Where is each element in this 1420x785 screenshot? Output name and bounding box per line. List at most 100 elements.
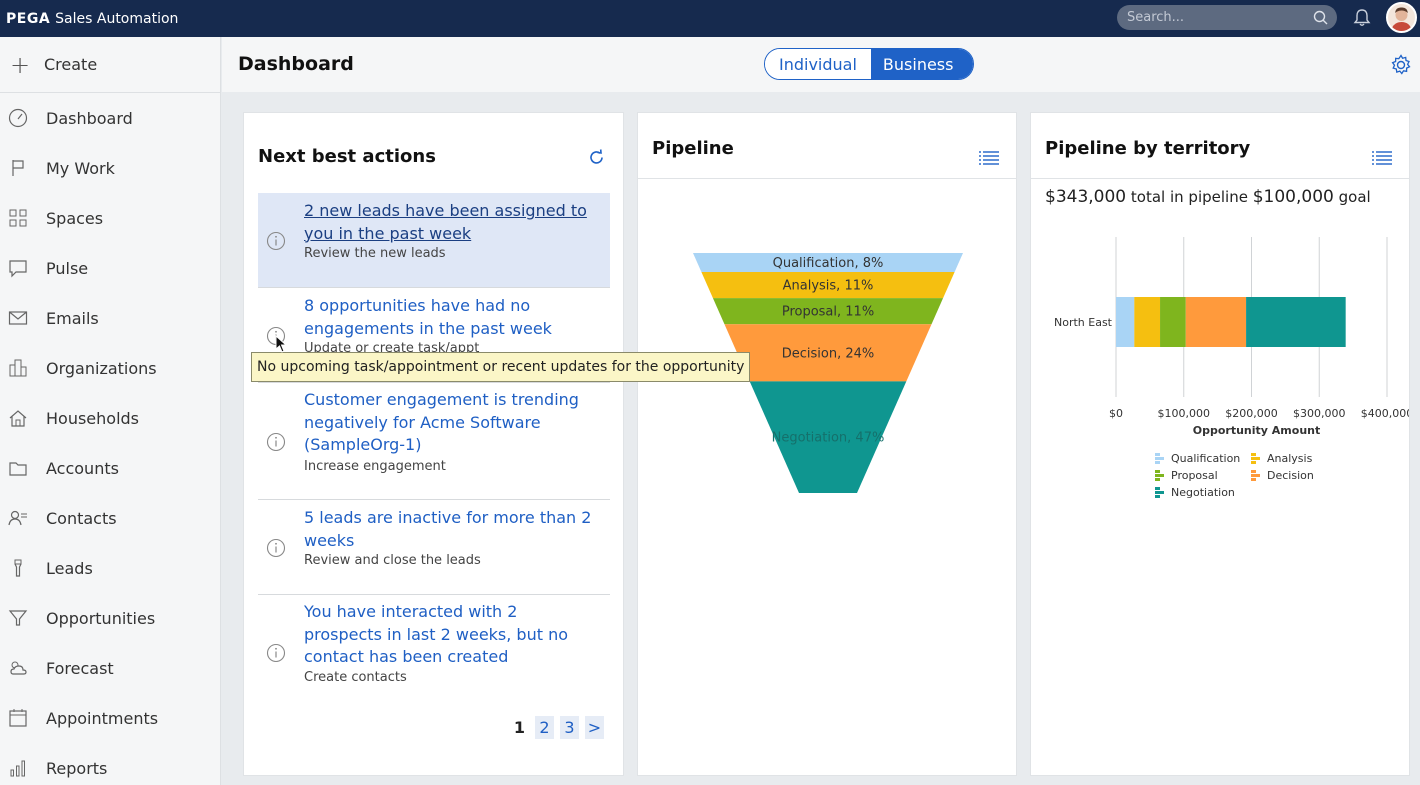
sidebar-item-pulse[interactable]: Pulse xyxy=(0,243,220,293)
action-item[interactable]: You have interacted with 2 prospects in … xyxy=(258,595,610,698)
legend-swatch-icon xyxy=(1251,453,1260,464)
sidebar-item-dashboard[interactable]: Dashboard xyxy=(0,93,220,143)
top-bar: PEGA Sales Automation xyxy=(0,0,1420,37)
legend-label: Qualification xyxy=(1171,452,1240,465)
toggle-business[interactable]: Business xyxy=(870,49,974,79)
sidebar-item-accounts[interactable]: Accounts xyxy=(0,443,220,493)
info-icon[interactable] xyxy=(266,538,286,562)
action-title[interactable]: Customer engagement is trending negative… xyxy=(304,389,594,457)
bar-segment-decision[interactable] xyxy=(1185,297,1247,347)
legend-swatch-icon xyxy=(1155,470,1164,481)
funnel-stage-label: Analysis, 11% xyxy=(783,279,874,294)
funnel-icon xyxy=(8,608,46,628)
pagination: 1 2 3 > xyxy=(510,716,604,739)
sidebar-item-appointments[interactable]: Appointments xyxy=(0,693,220,743)
funnel-chart: Qualification, 8% Analysis, 11% Proposal, … xyxy=(693,253,963,493)
legend-label: Negotiation xyxy=(1171,486,1235,499)
legend-item[interactable]: Qualification xyxy=(1155,452,1240,465)
toggle-individual[interactable]: Individual xyxy=(765,49,871,79)
x-tick-label: $400,000 xyxy=(1361,407,1409,420)
action-subtitle: Review and close the leads xyxy=(304,553,481,568)
sidebar-item-label: My Work xyxy=(46,158,115,178)
calendar-icon xyxy=(8,708,46,728)
refresh-icon[interactable] xyxy=(588,149,605,170)
sidebar-item-emails[interactable]: Emails xyxy=(0,293,220,343)
next-best-actions-card: Next best actions 2 new leads have been … xyxy=(243,112,624,776)
list-icon[interactable] xyxy=(979,150,999,169)
info-icon[interactable] xyxy=(266,643,286,667)
funnel-stage-label: Qualification, 8% xyxy=(773,256,884,271)
brand-logo[interactable]: PEGA xyxy=(6,11,50,27)
legend-label: Proposal xyxy=(1171,469,1218,482)
info-icon[interactable] xyxy=(266,231,286,255)
bar-segment-proposal[interactable] xyxy=(1160,297,1186,347)
folder-icon xyxy=(8,458,46,478)
sidebar-item-reports[interactable]: Reports xyxy=(0,743,220,785)
x-tick-label: $200,000 xyxy=(1225,407,1278,420)
page-current: 1 xyxy=(513,718,526,737)
page-link[interactable]: 3 xyxy=(560,716,579,739)
info-icon[interactable] xyxy=(266,432,286,456)
legend-label: Decision xyxy=(1267,469,1314,482)
bar-segment-negotiation[interactable] xyxy=(1246,297,1346,347)
dashboard-icon xyxy=(8,108,46,128)
action-title[interactable]: You have interacted with 2 prospects in … xyxy=(304,601,594,669)
action-item[interactable]: 5 leads are inactive for more than 2 wee… xyxy=(258,500,610,595)
house-icon xyxy=(8,408,46,428)
sidebar-item-label: Leads xyxy=(46,558,93,578)
sidebar-item-households[interactable]: Households xyxy=(0,393,220,443)
funnel-stage-label: Decision, 24% xyxy=(782,346,875,361)
sidebar-item-label: Contacts xyxy=(46,508,117,528)
sidebar-item-contacts[interactable]: Contacts xyxy=(0,493,220,543)
sidebar-item-opportunities[interactable]: Opportunities xyxy=(0,593,220,643)
bell-icon[interactable] xyxy=(1353,8,1371,31)
y-category-label: North East xyxy=(1054,316,1113,329)
territory-title: Pipeline by territory xyxy=(1045,138,1251,159)
page-next-button[interactable]: > xyxy=(585,716,604,739)
action-title[interactable]: 8 opportunities have had no engagements … xyxy=(304,295,594,340)
sidebar-item-organizations[interactable]: Organizations xyxy=(0,343,220,393)
action-title[interactable]: 5 leads are inactive for more than 2 wee… xyxy=(304,507,594,552)
sidebar-item-spaces[interactable]: Spaces xyxy=(0,193,220,243)
mail-icon xyxy=(8,308,46,328)
action-title[interactable]: 2 new leads have been assigned to you in… xyxy=(304,200,594,245)
bar-segment-qualification[interactable] xyxy=(1116,297,1135,347)
legend-item[interactable]: Negotiation xyxy=(1155,486,1235,499)
list-icon[interactable] xyxy=(1372,150,1392,169)
sidebar-item-label: Spaces xyxy=(46,208,104,228)
bar-chart-icon xyxy=(8,758,46,778)
action-item[interactable]: Customer engagement is trending negative… xyxy=(258,383,610,500)
sidebar-item-my-work[interactable]: My Work xyxy=(0,143,220,193)
pipeline-by-territory-card: Pipeline by territory $343,000 total in … xyxy=(1030,112,1410,776)
legend-item[interactable]: Proposal xyxy=(1155,469,1218,482)
avatar[interactable] xyxy=(1386,2,1417,33)
page-link[interactable]: 2 xyxy=(535,716,554,739)
gear-icon[interactable] xyxy=(1390,54,1412,80)
divider xyxy=(1031,178,1409,179)
divider xyxy=(638,178,1016,179)
weather-icon xyxy=(8,658,46,678)
pipeline-total-label: total in pipeline xyxy=(1130,188,1248,206)
page-title: Dashboard xyxy=(238,53,354,75)
sidebar-item-label: Accounts xyxy=(46,458,119,478)
legend-item[interactable]: Decision xyxy=(1251,469,1314,482)
search-box[interactable] xyxy=(1117,5,1337,30)
bar-segment-analysis[interactable] xyxy=(1134,297,1161,347)
action-item[interactable]: 2 new leads have been assigned to you in… xyxy=(258,193,610,288)
search-input[interactable] xyxy=(1127,10,1307,25)
legend-swatch-icon xyxy=(1251,470,1260,481)
buildings-icon xyxy=(8,358,46,378)
search-icon[interactable] xyxy=(1313,10,1328,29)
funnel-stage-label: Proposal, 11% xyxy=(782,305,874,320)
x-tick-label: $300,000 xyxy=(1293,407,1346,420)
contacts-icon xyxy=(8,508,46,528)
sidebar-item-leads[interactable]: Leads xyxy=(0,543,220,593)
territory-bar-chart: $0 $100,000 $200,000 $300,000 $400,000 North … xyxy=(1054,237,1409,499)
action-subtitle: Increase engagement xyxy=(304,459,446,474)
view-toggle[interactable]: Individual Business xyxy=(764,48,975,80)
flashlight-icon xyxy=(8,558,46,578)
legend-item[interactable]: Analysis xyxy=(1251,452,1313,465)
pipeline-card: Pipeline Qualification, 8% Analysis, 11% P… xyxy=(637,112,1017,776)
sidebar-item-forecast[interactable]: Forecast xyxy=(0,643,220,693)
create-button[interactable]: + Create xyxy=(0,37,220,93)
